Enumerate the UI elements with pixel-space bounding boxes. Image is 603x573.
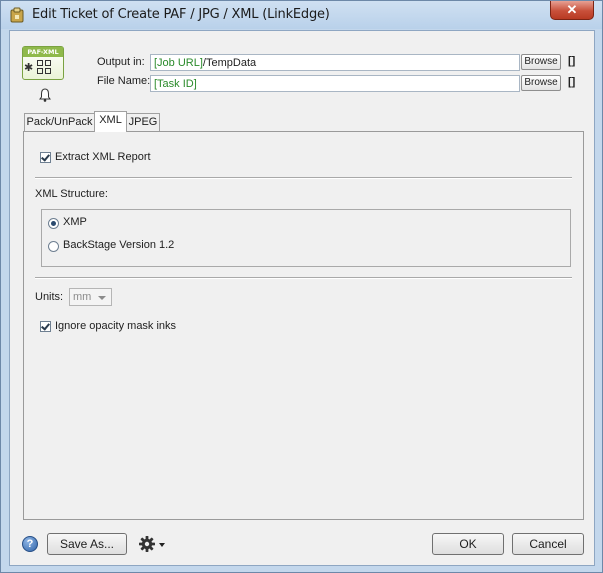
units-value: mm: [73, 291, 92, 303]
tab-pack-unpack[interactable]: Pack/UnPack: [24, 113, 95, 131]
output-token: [Job URL]: [154, 57, 203, 69]
separator: [35, 177, 572, 179]
output-in-field[interactable]: [Job URL]/TempData: [150, 54, 520, 71]
cancel-button[interactable]: Cancel: [512, 533, 584, 555]
units-select[interactable]: mm: [69, 288, 112, 306]
help-icon[interactable]: ?: [22, 536, 38, 552]
separator: [35, 277, 572, 279]
grid-icon: [37, 60, 51, 74]
file-name-browse-button[interactable]: Browse: [521, 75, 561, 91]
units-label: Units:: [35, 291, 64, 303]
app-title-icon: [10, 7, 24, 23]
close-icon: ✕: [566, 2, 578, 17]
save-as-button[interactable]: Save As...: [47, 533, 127, 555]
window-title: Edit Ticket of Create PAF / JPG / XML (L…: [32, 7, 330, 22]
asterisk-icon: ✱: [24, 62, 34, 74]
xml-structure-group: [41, 209, 571, 267]
gear-menu-caret-icon[interactable]: [159, 543, 165, 547]
file-name-field[interactable]: [Task ID]: [150, 75, 520, 92]
paf-xml-icon-label: PAF-XML: [23, 47, 63, 57]
tab-jpeg[interactable]: JPEG: [126, 113, 160, 131]
xml-structure-label: XML Structure:: [35, 188, 108, 200]
output-browse-button[interactable]: Browse: [521, 54, 561, 70]
file-name-label: File Name:: [97, 75, 151, 87]
radio-xmp-label[interactable]: XMP: [63, 216, 87, 228]
ignore-opacity-checkbox[interactable]: [40, 321, 51, 332]
radio-backstage-label[interactable]: BackStage Version 1.2: [63, 239, 174, 251]
dialog-window: Edit Ticket of Create PAF / JPG / XML (L…: [0, 0, 603, 573]
extract-xml-report-label[interactable]: Extract XML Report: [55, 151, 151, 163]
output-path: /TempData: [202, 57, 257, 69]
file-name-variable-button[interactable]: []: [568, 76, 575, 88]
radio-backstage[interactable]: [48, 241, 59, 252]
bell-icon[interactable]: [37, 87, 53, 103]
radio-xmp[interactable]: [48, 218, 59, 229]
chevron-down-icon: [98, 296, 106, 300]
close-button[interactable]: ✕: [550, 1, 594, 20]
output-in-label: Output in:: [97, 56, 145, 68]
title-bar[interactable]: Edit Ticket of Create PAF / JPG / XML (L…: [1, 1, 602, 29]
output-variable-button[interactable]: []: [568, 55, 575, 67]
extract-xml-report-checkbox[interactable]: [40, 152, 51, 163]
gear-icon[interactable]: [138, 535, 156, 553]
ok-button[interactable]: OK: [432, 533, 504, 555]
file-name-token: [Task ID]: [154, 78, 197, 90]
ignore-opacity-label[interactable]: Ignore opacity mask inks: [55, 320, 176, 332]
tab-xml[interactable]: XML: [94, 111, 127, 132]
